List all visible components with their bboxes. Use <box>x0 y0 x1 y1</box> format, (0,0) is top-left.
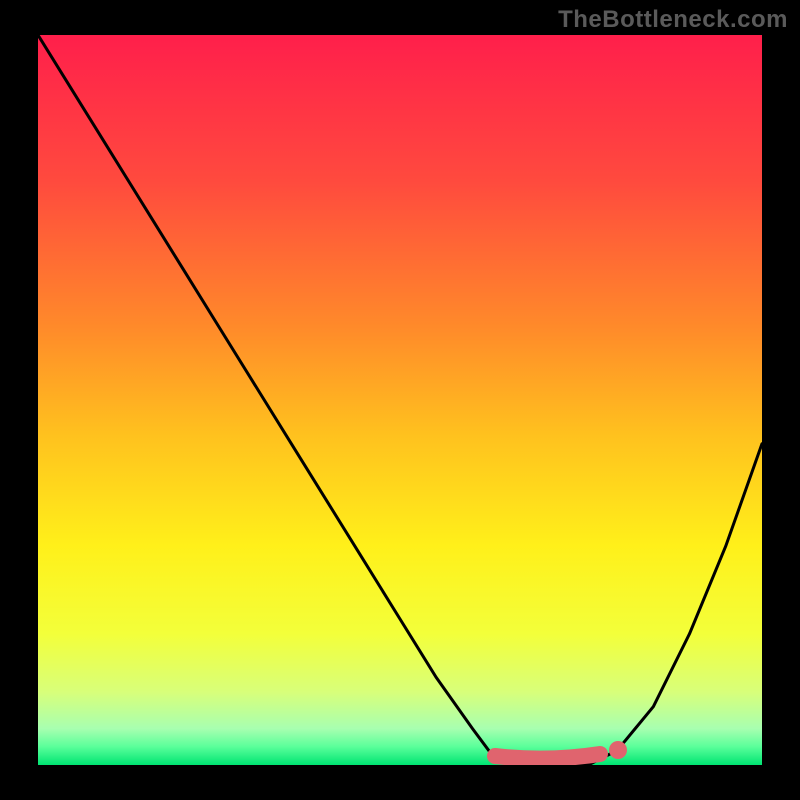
optimal-range-end-dot <box>609 741 627 759</box>
chart-frame: TheBottleneck.com <box>0 0 800 800</box>
bottleneck-plot <box>0 0 800 800</box>
gradient-background <box>38 35 762 765</box>
optimal-range-highlight <box>495 754 600 759</box>
watermark-label: TheBottleneck.com <box>558 6 788 34</box>
